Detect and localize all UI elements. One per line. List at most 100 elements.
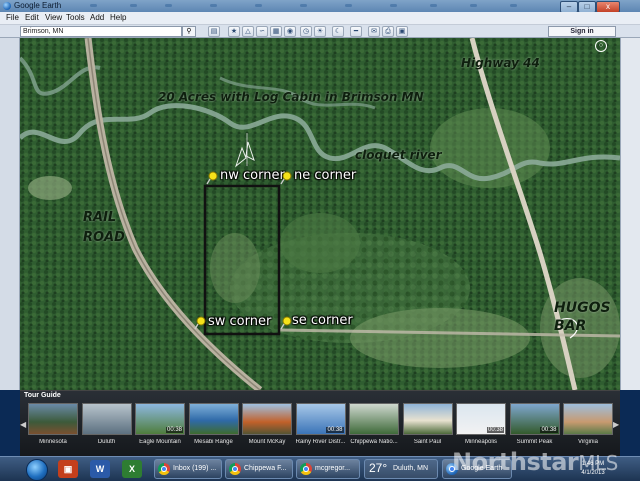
tour-thumbnail (28, 403, 78, 435)
search-icon[interactable]: ⚲ (182, 26, 196, 37)
tour-item[interactable]: Saint Paul (402, 403, 453, 455)
tour-duration: 00:38 (165, 427, 183, 433)
pushpin-icon[interactable] (280, 316, 292, 330)
navigation-control-icon[interactable]: ○ (595, 40, 607, 52)
blurred-tab (430, 4, 437, 7)
chrome-icon (158, 463, 170, 475)
northstar-mls-watermark: NorthstarMLS (452, 448, 618, 476)
search-input[interactable]: Brimson, MN (20, 26, 182, 37)
right-panel-edge (620, 38, 640, 390)
tour-label: Rainy River Distr... (295, 439, 346, 445)
tour-label: Summit Peak (516, 439, 553, 445)
blurred-tab (90, 4, 97, 7)
tour-label: Saint Paul (413, 439, 442, 445)
pushpin-icon[interactable] (194, 316, 206, 330)
tour-label: Eagle Mountain (139, 439, 181, 445)
hugos-bar-label-line1: HUGOS (554, 300, 611, 316)
weather-widget[interactable]: 27° Duluth, MN (364, 459, 438, 479)
rail-road-label-line2: ROAD (83, 230, 125, 245)
polygon-icon[interactable]: △ (242, 26, 254, 37)
tour-item[interactable]: Mount McKay (242, 403, 292, 455)
chrome-icon (300, 463, 312, 475)
historical-imagery-icon[interactable]: ◷ (300, 26, 312, 37)
placemark-icon[interactable]: ★ (228, 26, 240, 37)
weather-temp: 27° (369, 461, 388, 475)
menu-bar: File Edit View Tools Add Help (0, 12, 640, 25)
tour-label: Duluth (97, 439, 116, 445)
record-tour-icon[interactable]: ◉ (284, 26, 296, 37)
taskbar-window-mcgregor[interactable]: mcgregor... (296, 459, 360, 479)
tour-label: Mesabi Range (194, 439, 233, 445)
blurred-tab (165, 4, 172, 7)
excel-icon[interactable]: X (122, 460, 142, 478)
email-icon[interactable]: ✉ (368, 26, 380, 37)
word-icon[interactable]: W (90, 460, 110, 478)
overlay-icon[interactable]: ▦ (270, 26, 282, 37)
window-title: Google Earth (14, 1, 62, 10)
tour-thumbnail (349, 403, 399, 435)
blurred-tab (345, 4, 352, 7)
sign-in-button[interactable]: Sign in (548, 26, 616, 37)
watermark-brand: Northstar (452, 448, 579, 476)
blurred-tab (510, 4, 517, 7)
tour-thumbnail (188, 403, 239, 435)
tour-thumbnail (402, 403, 453, 435)
menu-view[interactable]: View (45, 12, 62, 24)
sidebar-toggle-icon[interactable]: ▤ (208, 26, 220, 37)
tour-item[interactable]: 00:38 Eagle Mountain (135, 403, 185, 455)
tour-guide-header[interactable]: Tour Guide (24, 392, 61, 399)
sidebar-panel-edge[interactable] (0, 38, 20, 390)
map-view[interactable]: 20 Acres with Log Cabin in Brimson MN Hi… (20, 38, 620, 390)
sun-icon[interactable]: ☀ (314, 26, 326, 37)
google-earth-icon (3, 2, 11, 10)
tour-thumbnail (563, 403, 613, 435)
office-app-icon[interactable]: ▣ (58, 460, 78, 478)
cloquet-river-label: cloquet river (355, 148, 442, 162)
taskbar-window-chippewa[interactable]: Chippewa F... (225, 459, 293, 479)
tour-item[interactable]: Mesabi Range (188, 403, 239, 455)
menu-help[interactable]: Help (110, 12, 126, 24)
tour-label: Minneapolis (464, 439, 498, 445)
blurred-tab (300, 4, 307, 7)
tour-item[interactable]: Minnesota (28, 403, 78, 455)
start-button[interactable] (26, 459, 48, 481)
blurred-tab (255, 4, 262, 7)
chrome-icon (229, 463, 241, 475)
blurred-tab (210, 4, 217, 7)
sw-corner-label: sw corner (208, 314, 272, 329)
se-corner-label: se corner (292, 313, 353, 328)
blurred-tab (470, 4, 477, 7)
tour-label: Virginia (578, 439, 598, 445)
tour-duration: 00:38 (326, 427, 344, 433)
map-title-annotation: 20 Acres with Log Cabin in Brimson MN (158, 90, 424, 104)
tour-label: Minnesota (39, 439, 67, 445)
tour-duration: 00:38 (486, 427, 504, 433)
tour-label: Chippewa Natio... (350, 439, 398, 445)
tour-item[interactable]: Duluth (81, 403, 132, 455)
path-icon[interactable]: ∽ (256, 26, 268, 37)
scroll-left-icon[interactable]: ◀ (20, 421, 26, 429)
tour-guide-panel: Tour Guide ◀ Minnesota Duluth 00:38 Eagle M… (20, 390, 620, 457)
planets-icon[interactable]: ☾ (332, 26, 344, 37)
menu-file[interactable]: File (6, 12, 19, 24)
tour-label: Mount McKay (248, 439, 286, 445)
weather-city: Duluth, MN (393, 465, 429, 472)
blurred-tab (130, 4, 137, 7)
tour-thumbnail (242, 403, 292, 435)
menu-tools[interactable]: Tools (66, 12, 85, 24)
menu-edit[interactable]: Edit (25, 12, 39, 24)
tour-item[interactable]: 00:38 Rainy River Distr... (295, 403, 346, 455)
taskbar-window-inbox[interactable]: Inbox (199) ... (154, 459, 222, 479)
highway-44-label: Highway 44 (461, 56, 540, 70)
ne-corner-label: ne corner (294, 168, 357, 183)
menu-add[interactable]: Add (90, 12, 104, 24)
ruler-icon[interactable]: ━ (350, 26, 362, 37)
watermark-suffix: MLS (578, 451, 618, 475)
pushpin-icon[interactable] (206, 171, 218, 185)
view-in-maps-icon[interactable]: ▣ (396, 26, 408, 37)
scroll-right-icon[interactable]: ▶ (613, 421, 619, 429)
pushpin-icon[interactable] (280, 171, 292, 185)
print-icon[interactable]: ⎙ (382, 26, 394, 37)
tour-item[interactable]: Chippewa Natio... (349, 403, 399, 455)
rail-road-label-line1: RAIL (83, 210, 117, 225)
